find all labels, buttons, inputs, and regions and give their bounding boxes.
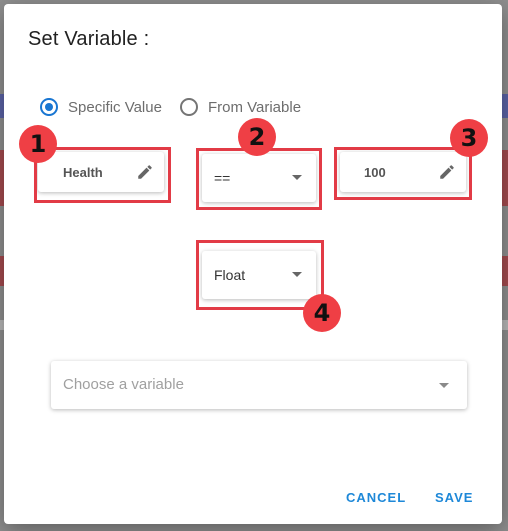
from-variable-label[interactable]: From Variable	[208, 99, 301, 116]
pencil-icon[interactable]	[438, 163, 456, 181]
cancel-button[interactable]: CANCEL	[346, 490, 406, 505]
variable-name-field[interactable]: Health	[38, 152, 164, 192]
choose-variable-placeholder: Choose a variable	[63, 376, 184, 393]
dialog-title: Set Variable :	[28, 28, 150, 50]
type-value: Float	[214, 267, 246, 283]
choose-variable-select[interactable]: Choose a variable	[51, 361, 467, 409]
variable-name-value: Health	[63, 164, 103, 180]
from-variable-radio[interactable]	[179, 98, 198, 116]
set-variable-dialog: Set Variable : Specific Value From Varia…	[4, 4, 502, 524]
chevron-down-icon	[292, 272, 302, 277]
type-select[interactable]: Float	[202, 251, 316, 299]
callout-badge-4: 4	[303, 294, 341, 332]
value-source-radio-group: Specific Value From Variable	[40, 96, 319, 118]
chevron-down-icon	[292, 175, 302, 180]
value-field-value: 100	[364, 164, 386, 180]
operator-value: ==	[214, 170, 231, 186]
pencil-icon[interactable]	[136, 163, 154, 181]
save-button[interactable]: SAVE	[435, 490, 473, 505]
value-field[interactable]: 100	[340, 152, 466, 192]
specific-value-label[interactable]: Specific Value	[68, 99, 162, 116]
callout-badge-1: 1	[19, 125, 57, 163]
specific-value-radio[interactable]	[40, 98, 58, 116]
callout-badge-2: 2	[238, 118, 276, 156]
operator-select[interactable]: ==	[202, 154, 316, 202]
callout-badge-3: 3	[450, 119, 488, 157]
chevron-down-icon	[439, 383, 449, 388]
